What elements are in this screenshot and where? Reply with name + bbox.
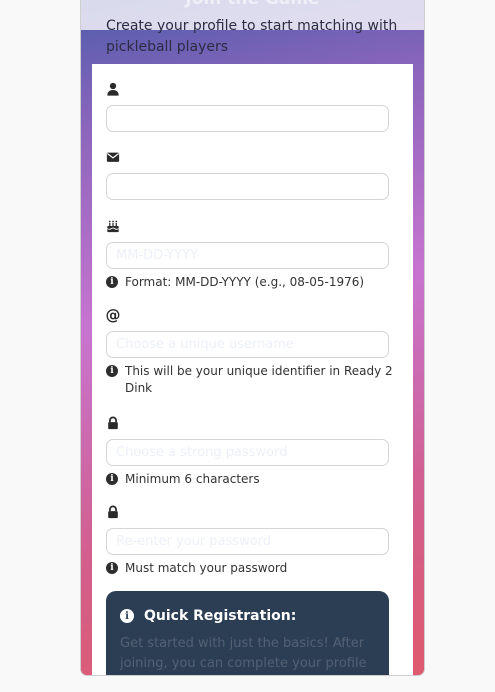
birthdate-group: Date of Birth i Format: MM-DD-YYYY (e.g.…: [106, 216, 399, 291]
lock-icon: [106, 416, 120, 430]
lock-icon: [106, 505, 120, 519]
password-group: Password i Minimum 6 characters: [106, 413, 399, 488]
confirm-password-label: Confirm Password: [128, 504, 245, 520]
full-name-group: Full Name: [106, 79, 399, 132]
email-group: Email Address: [106, 147, 399, 200]
email-input[interactable]: [106, 173, 389, 200]
username-group: @ Username i This will be your unique id…: [106, 305, 399, 397]
birthdate-input[interactable]: [106, 242, 389, 269]
registration-form: Full Name Email Address Date of Birth MM…: [92, 64, 413, 675]
confirm-password-input[interactable]: [106, 528, 389, 555]
full-name-input[interactable]: [106, 105, 389, 132]
full-name-label: Full Name: [128, 81, 193, 97]
info-icon: i: [106, 276, 118, 288]
password-label: Password: [128, 415, 189, 431]
confirm-password-group: Confirm Password i Must match your passw…: [106, 502, 399, 577]
info-icon: i: [106, 365, 118, 377]
card-header: Create your profile to start matching wi…: [92, 0, 413, 64]
quick-registration-title: i Quick Registration:: [120, 608, 296, 624]
user-icon: [106, 82, 120, 96]
quick-registration-body: Get started with just the basics! After …: [120, 636, 367, 671]
quick-registration-box: i Quick Registration: Get started with j…: [106, 591, 389, 675]
envelope-icon: [106, 150, 120, 164]
birthdate-help: i Format: MM-DD-YYYY (e.g., 08-05-1976): [106, 274, 399, 291]
email-label: Email Address: [128, 149, 220, 165]
info-icon: i: [106, 473, 118, 485]
birthdate-label: Date of Birth: [128, 218, 212, 234]
username-input[interactable]: [106, 331, 389, 358]
password-input[interactable]: [106, 439, 389, 466]
username-label: Username: [128, 307, 195, 323]
username-help: i This will be your unique identifier in…: [106, 363, 399, 397]
at-icon: @: [105, 306, 121, 324]
registration-card: Join the Game Create your profile to sta…: [80, 0, 425, 676]
info-icon: i: [106, 562, 118, 574]
password-help: i Minimum 6 characters: [106, 471, 399, 488]
page-subtitle: Create your profile to start matching wi…: [106, 18, 398, 55]
info-circle-icon: i: [120, 609, 134, 623]
birthday-cake-icon: [106, 219, 120, 233]
confirm-password-help: i Must match your password: [106, 560, 399, 577]
